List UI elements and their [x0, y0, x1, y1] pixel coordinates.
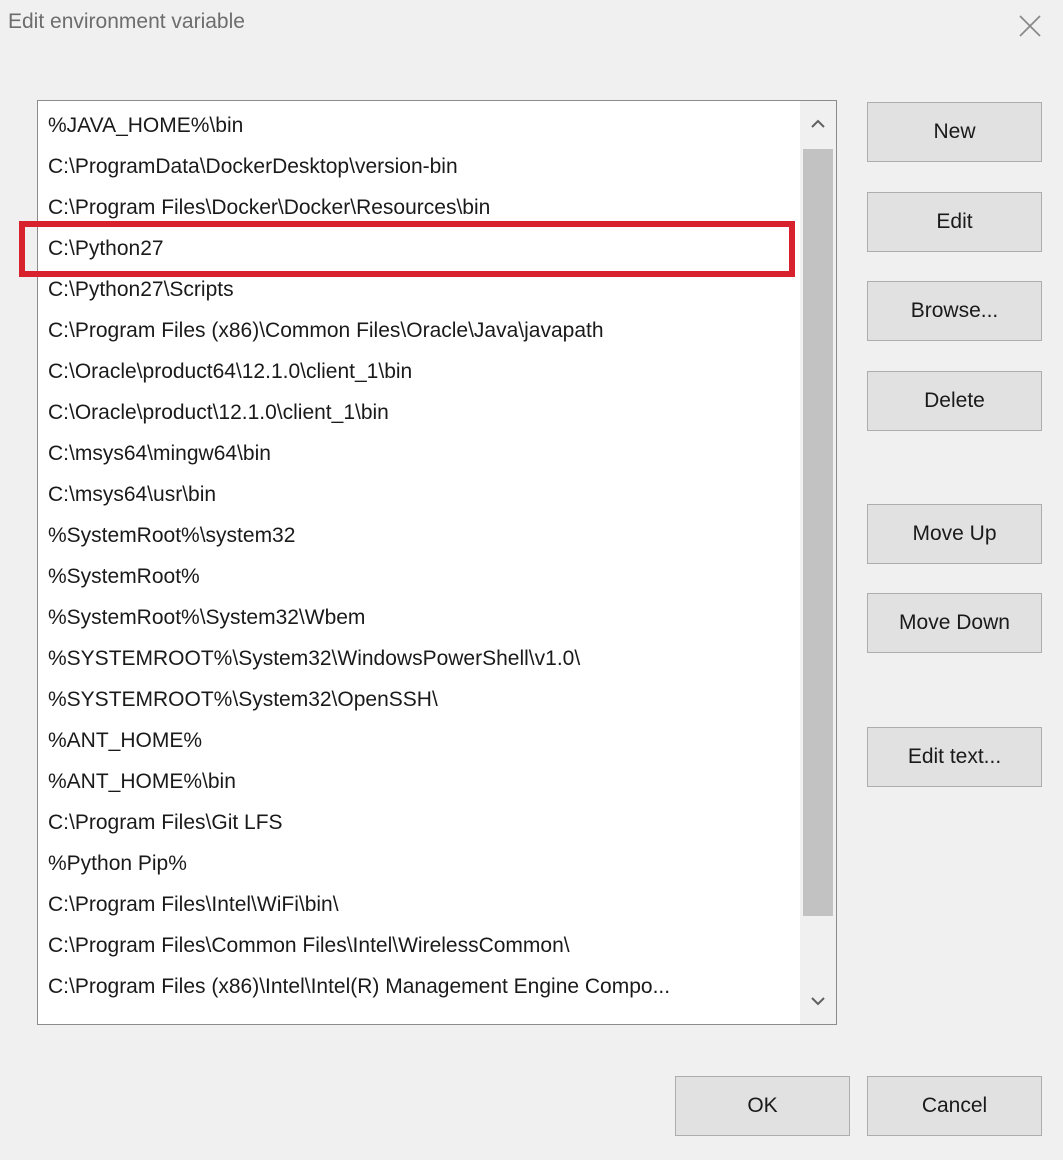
list-item[interactable]: C:\Program Files (x86)\Common Files\Orac… — [38, 310, 800, 351]
chevron-down-icon — [811, 997, 825, 1006]
list-item[interactable]: C:\Program Files\Intel\WiFi\bin\ — [38, 884, 800, 925]
list-item[interactable]: %SystemRoot%\System32\Wbem — [38, 597, 800, 638]
list-item[interactable]: C:\msys64\usr\bin — [38, 474, 800, 515]
edit-button[interactable]: Edit — [867, 192, 1042, 252]
close-icon — [1019, 15, 1041, 37]
list-item[interactable]: C:\Program Files (x86)\Intel\Intel(R) Ma… — [38, 966, 800, 1007]
close-button[interactable] — [1010, 8, 1050, 44]
list-item[interactable]: %SystemRoot% — [38, 556, 800, 597]
edit-text-button[interactable]: Edit text... — [867, 727, 1042, 787]
list-item-selected[interactable]: C:\Python27 — [38, 228, 800, 269]
scroll-up-button[interactable] — [800, 101, 836, 147]
list-item[interactable]: C:\Oracle\product64\12.1.0\client_1\bin — [38, 351, 800, 392]
scrollbar-thumb[interactable] — [803, 149, 833, 916]
list-item[interactable]: %ANT_HOME%\bin — [38, 761, 800, 802]
list-item[interactable]: C:\Python27\Scripts — [38, 269, 800, 310]
vertical-scrollbar[interactable] — [800, 101, 836, 1024]
ok-button[interactable]: OK — [675, 1076, 850, 1136]
list-item[interactable]: C:\Program Files\Docker\Docker\Resources… — [38, 187, 800, 228]
chevron-up-icon — [811, 119, 825, 128]
move-down-button[interactable]: Move Down — [867, 593, 1042, 653]
list-item[interactable]: %ANT_HOME% — [38, 720, 800, 761]
path-list-rows: %JAVA_HOME%\bin C:\ProgramData\DockerDes… — [38, 105, 800, 1007]
list-item[interactable]: %JAVA_HOME%\bin — [38, 105, 800, 146]
move-up-button[interactable]: Move Up — [867, 504, 1042, 564]
list-item[interactable]: %SYSTEMROOT%\System32\OpenSSH\ — [38, 679, 800, 720]
new-button[interactable]: New — [867, 102, 1042, 162]
cancel-button[interactable]: Cancel — [867, 1076, 1042, 1136]
scroll-down-button[interactable] — [800, 978, 836, 1024]
list-item[interactable]: C:\Program Files\Common Files\Intel\Wire… — [38, 925, 800, 966]
delete-button[interactable]: Delete — [867, 371, 1042, 431]
list-item[interactable]: C:\msys64\mingw64\bin — [38, 433, 800, 474]
browse-button[interactable]: Browse... — [867, 281, 1042, 341]
list-item[interactable]: %SYSTEMROOT%\System32\WindowsPowerShell\… — [38, 638, 800, 679]
list-item[interactable]: C:\ProgramData\DockerDesktop\version-bin — [38, 146, 800, 187]
list-item[interactable]: %SystemRoot%\system32 — [38, 515, 800, 556]
list-item[interactable]: C:\Oracle\product\12.1.0\client_1\bin — [38, 392, 800, 433]
list-item[interactable]: %Python Pip% — [38, 843, 800, 884]
list-item[interactable]: C:\Program Files\Git LFS — [38, 802, 800, 843]
path-list[interactable]: %JAVA_HOME%\bin C:\ProgramData\DockerDes… — [37, 100, 837, 1025]
dialog-title: Edit environment variable — [8, 10, 245, 33]
